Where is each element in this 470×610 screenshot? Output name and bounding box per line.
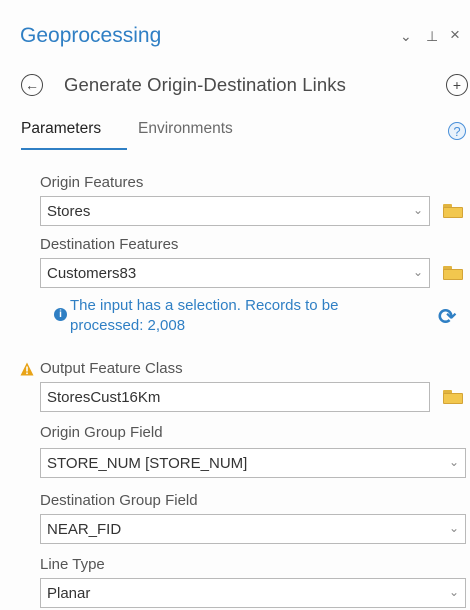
chevron-down-icon: ⌄ (448, 585, 459, 599)
tab-parameters[interactable]: Parameters (21, 120, 101, 138)
back-arrow-icon[interactable]: ← (21, 74, 43, 96)
origin-features-value: Stores (47, 203, 91, 220)
pane-menu-icon[interactable]: ⌄ (400, 28, 412, 45)
destination-group-field-select[interactable]: NEAR_FID ⌄ (40, 514, 466, 544)
origin-group-field-label: Origin Group Field (40, 424, 163, 441)
origin-group-field-value: STORE_NUM [STORE_NUM] (47, 455, 248, 472)
folder-browse-icon[interactable] (443, 266, 463, 280)
destination-features-select[interactable]: Customers83 ⌄ (40, 258, 430, 288)
tool-title: Generate Origin-Destination Links (64, 74, 346, 95)
tool-header: ← Generate Origin-Destination Links + (0, 64, 470, 104)
chevron-down-icon: ⌄ (412, 203, 423, 217)
add-icon[interactable]: + (446, 74, 468, 96)
origin-features-select[interactable]: Stores ⌄ (40, 196, 430, 226)
output-feature-class-value: StoresCust16Km (47, 389, 161, 406)
chevron-down-icon: ⌄ (412, 265, 423, 279)
close-icon[interactable]: × (450, 25, 460, 45)
line-type-select[interactable]: Planar ⌄ (40, 578, 466, 608)
chevron-down-icon: ⌄ (448, 521, 459, 535)
destination-group-field-value: NEAR_FID (47, 521, 122, 538)
origin-features-label: Origin Features (40, 174, 144, 191)
active-tab-indicator (21, 148, 127, 150)
pane-title: Geoprocessing (20, 24, 162, 47)
folder-browse-icon[interactable] (443, 390, 463, 404)
selection-info-text: The input has a selection. Records to be… (70, 297, 339, 334)
folder-browse-icon[interactable] (443, 204, 463, 218)
tab-environments[interactable]: Environments (138, 120, 233, 138)
destination-group-field-label: Destination Group Field (40, 492, 198, 509)
info-icon: i (54, 308, 67, 321)
destination-features-label: Destination Features (40, 236, 179, 253)
origin-group-field-select[interactable]: STORE_NUM [STORE_NUM] ⌄ (40, 448, 466, 478)
help-icon[interactable]: ? (448, 122, 466, 140)
destination-features-value: Customers83 (47, 265, 137, 282)
output-feature-class-input[interactable]: StoresCust16Km (40, 382, 430, 412)
pane-titlebar: Geoprocessing ⌄ ⊥ × (0, 20, 470, 60)
tab-bar: Parameters Environments ? (0, 118, 470, 152)
line-type-value: Planar (47, 585, 91, 602)
refresh-icon[interactable]: ⟳ (438, 304, 456, 330)
output-feature-class-label: Output Feature Class (40, 360, 183, 377)
geoprocessing-pane: Geoprocessing ⌄ ⊥ × ← Generate Origin-De… (0, 0, 470, 610)
pin-icon[interactable]: ⊥ (426, 28, 438, 45)
warning-icon (20, 362, 34, 376)
chevron-down-icon: ⌄ (448, 455, 459, 469)
line-type-label: Line Type (40, 556, 105, 573)
